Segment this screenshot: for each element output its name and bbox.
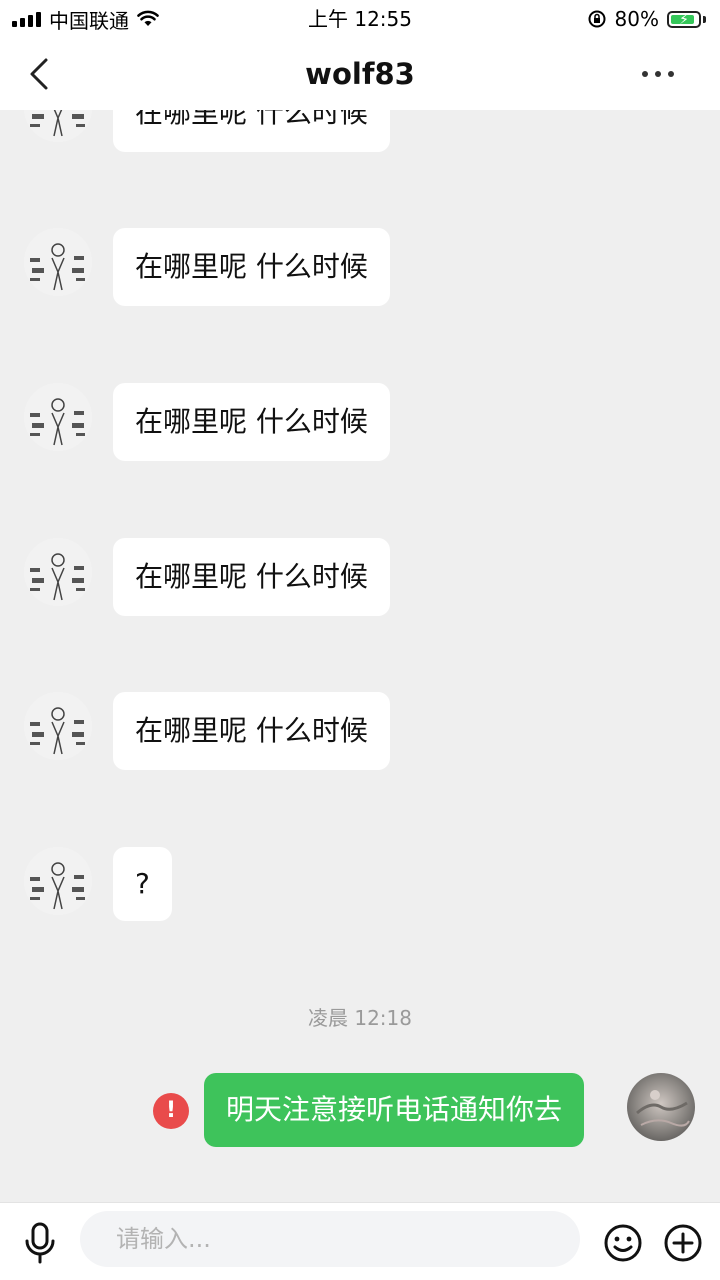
page-title: wolf83 (305, 57, 415, 91)
message-bubble[interactable]: 在哪里呢 什么时候 (113, 383, 390, 461)
contact-avatar[interactable] (24, 383, 92, 451)
microphone-icon[interactable] (22, 1221, 58, 1265)
my-avatar[interactable] (627, 1073, 695, 1141)
contact-avatar[interactable] (24, 538, 92, 606)
message-bubble[interactable]: 在哪里呢 什么时候 (113, 110, 390, 152)
status-right: 80% ⚡ (587, 6, 706, 32)
add-icon[interactable] (663, 1223, 703, 1263)
message-bubble[interactable]: 在哪里呢 什么时候 (113, 692, 390, 770)
battery-charging-icon: ⚡ (667, 10, 701, 28)
contact-avatar[interactable] (24, 228, 92, 296)
message-bubble[interactable]: 在哪里呢 什么时候 (113, 228, 390, 306)
contact-avatar[interactable] (24, 692, 92, 760)
more-options-icon[interactable] (640, 64, 676, 84)
chat-header: wolf83 (0, 38, 720, 110)
message-input[interactable] (80, 1211, 580, 1267)
message-list[interactable]: 在哪里呢 什么时候 在哪里呢 什么时候 在哪里呢 什么时候 在哪里呢 什么时候 (0, 110, 720, 1202)
contact-avatar[interactable] (24, 847, 92, 915)
input-bar (0, 1202, 720, 1280)
rotation-lock-icon (588, 10, 606, 28)
send-failed-icon[interactable]: ! (153, 1093, 189, 1129)
message-bubble[interactable]: ? (113, 847, 172, 921)
message-timestamp: 凌晨 12:18 (308, 1006, 412, 1030)
battery-percent: 80% (614, 7, 659, 31)
message-bubble-outgoing[interactable]: 明天注意接听电话通知你去 (204, 1073, 585, 1147)
status-bar: 中国联通 上午 12:55 80% ⚡ (0, 0, 720, 38)
message-bubble[interactable]: 在哪里呢 什么时候 (113, 538, 390, 616)
emoji-icon[interactable] (603, 1223, 643, 1263)
contact-avatar[interactable] (24, 110, 92, 142)
back-chevron-icon[interactable] (24, 56, 60, 92)
